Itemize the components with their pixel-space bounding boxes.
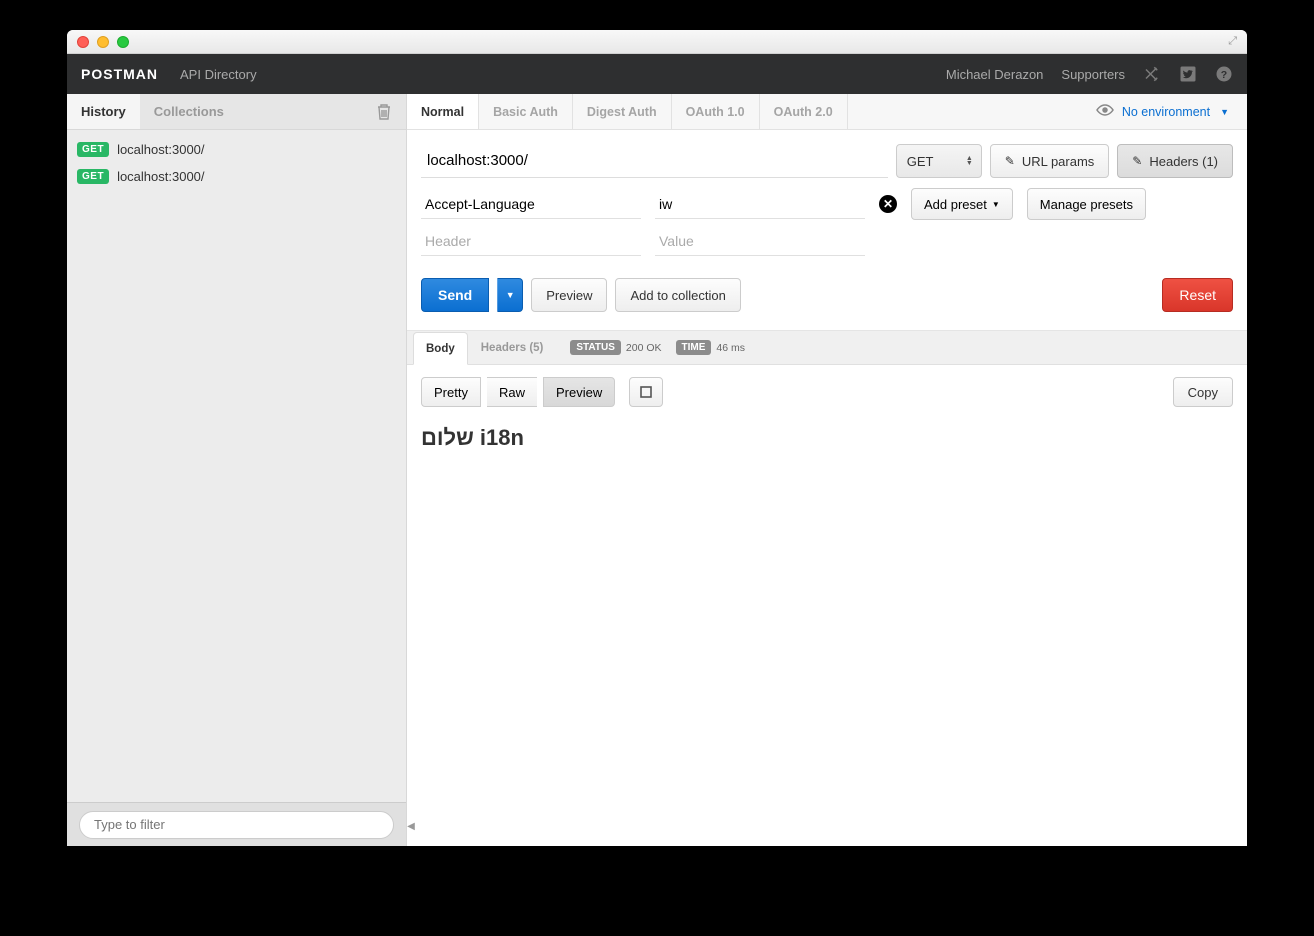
url-input[interactable] — [421, 144, 888, 178]
edit-icon: ✎ — [1132, 154, 1142, 168]
method-badge: GET — [77, 142, 109, 157]
zoom-window-icon[interactable] — [117, 36, 129, 48]
status-label: STATUS — [570, 340, 621, 355]
response-body: שלום i18n — [407, 419, 1247, 465]
remove-header-icon[interactable]: ✕ — [879, 195, 897, 213]
chevron-down-icon: ▼ — [992, 200, 1000, 209]
response-view-toolbar: Pretty Raw Preview Copy — [407, 365, 1247, 419]
main-panel: Normal Basic Auth Digest Auth OAuth 1.0 … — [407, 94, 1247, 846]
tab-body[interactable]: Body — [413, 332, 468, 365]
expand-icon[interactable]: ⤢ — [1228, 35, 1237, 48]
minimize-window-icon[interactable] — [97, 36, 109, 48]
stepper-icon: ▲▼ — [966, 156, 973, 166]
settings-icon[interactable] — [1143, 65, 1161, 83]
app-window: ⤢ POSTMAN API Directory Michael Derazon … — [67, 30, 1247, 846]
twitter-icon[interactable] — [1179, 65, 1197, 83]
tab-history[interactable]: History — [67, 94, 140, 129]
tab-oauth1[interactable]: OAuth 1.0 — [672, 94, 760, 129]
tab-collections[interactable]: Collections — [140, 94, 238, 129]
header-value-input-empty[interactable] — [655, 226, 865, 256]
api-directory-link[interactable]: API Directory — [180, 67, 257, 82]
chevron-down-icon: ▼ — [1220, 107, 1229, 117]
svg-text:?: ? — [1221, 69, 1227, 81]
preview-response-button[interactable]: Preview — [543, 377, 615, 407]
history-item[interactable]: GET localhost:3000/ — [67, 163, 406, 190]
preview-request-button[interactable]: Preview — [531, 278, 607, 312]
header-key-input[interactable] — [421, 189, 641, 219]
brand-logo: POSTMAN — [81, 66, 158, 82]
titlebar: ⤢ — [67, 30, 1247, 54]
trash-icon[interactable] — [362, 94, 406, 129]
raw-button[interactable]: Raw — [487, 377, 537, 407]
response-tabs: Body Headers (5) STATUS 200 OK TIME 46 m… — [407, 331, 1247, 365]
url-params-button[interactable]: ✎ URL params — [990, 144, 1110, 178]
response-content: שלום i18n — [421, 425, 524, 450]
history-url: localhost:3000/ — [117, 142, 204, 157]
time-label: TIME — [676, 340, 712, 355]
send-dropdown-button[interactable]: ▼ — [497, 278, 523, 312]
tab-normal[interactable]: Normal — [407, 94, 479, 129]
auth-tabs: Normal Basic Auth Digest Auth OAuth 1.0 … — [407, 94, 1247, 130]
method-value: GET — [907, 154, 934, 169]
tab-response-headers[interactable]: Headers (5) — [468, 331, 557, 364]
send-button[interactable]: Send — [421, 278, 489, 312]
tab-oauth2[interactable]: OAuth 2.0 — [760, 94, 848, 129]
headers-editor: ✕ Add preset ▼ Manage presets — [421, 188, 1233, 256]
collapse-sidebar-icon[interactable]: ◀ — [406, 821, 416, 832]
history-item[interactable]: GET localhost:3000/ — [67, 136, 406, 163]
header-value-input[interactable] — [655, 189, 865, 219]
pretty-button[interactable]: Pretty — [421, 377, 481, 407]
eye-icon — [1096, 104, 1114, 119]
request-area: GET ▲▼ ✎ URL params ✎ Headers (1) — [407, 130, 1247, 331]
environment-selector[interactable]: No environment ▼ — [1078, 94, 1247, 129]
add-preset-button[interactable]: Add preset ▼ — [911, 188, 1013, 220]
close-window-icon[interactable] — [77, 36, 89, 48]
time-value: 46 ms — [716, 342, 745, 354]
header-key-input-empty[interactable] — [421, 226, 641, 256]
method-select[interactable]: GET ▲▼ — [896, 144, 982, 178]
sidebar: History Collections GET localhost:3000/ … — [67, 94, 407, 846]
history-list: GET localhost:3000/ GET localhost:3000/ — [67, 130, 406, 846]
reset-button[interactable]: Reset — [1162, 278, 1233, 312]
help-icon[interactable]: ? — [1215, 65, 1233, 83]
fullscreen-icon[interactable] — [629, 377, 663, 407]
topbar: POSTMAN API Directory Michael Derazon Su… — [67, 54, 1247, 94]
edit-icon: ✎ — [1005, 154, 1015, 168]
tab-basic-auth[interactable]: Basic Auth — [479, 94, 573, 129]
filter-input[interactable] — [79, 811, 394, 839]
filter-bar — [67, 802, 406, 846]
method-badge: GET — [77, 169, 109, 184]
tab-digest-auth[interactable]: Digest Auth — [573, 94, 672, 129]
manage-presets-button[interactable]: Manage presets — [1027, 188, 1146, 220]
history-url: localhost:3000/ — [117, 169, 204, 184]
user-link[interactable]: Michael Derazon — [946, 67, 1044, 82]
environment-label: No environment — [1122, 105, 1210, 119]
sidebar-tabs: History Collections — [67, 94, 406, 130]
copy-button[interactable]: Copy — [1173, 377, 1233, 407]
status-value: 200 OK — [626, 342, 662, 354]
supporters-link[interactable]: Supporters — [1061, 67, 1125, 82]
headers-button[interactable]: ✎ Headers (1) — [1117, 144, 1233, 178]
add-to-collection-button[interactable]: Add to collection — [615, 278, 740, 312]
